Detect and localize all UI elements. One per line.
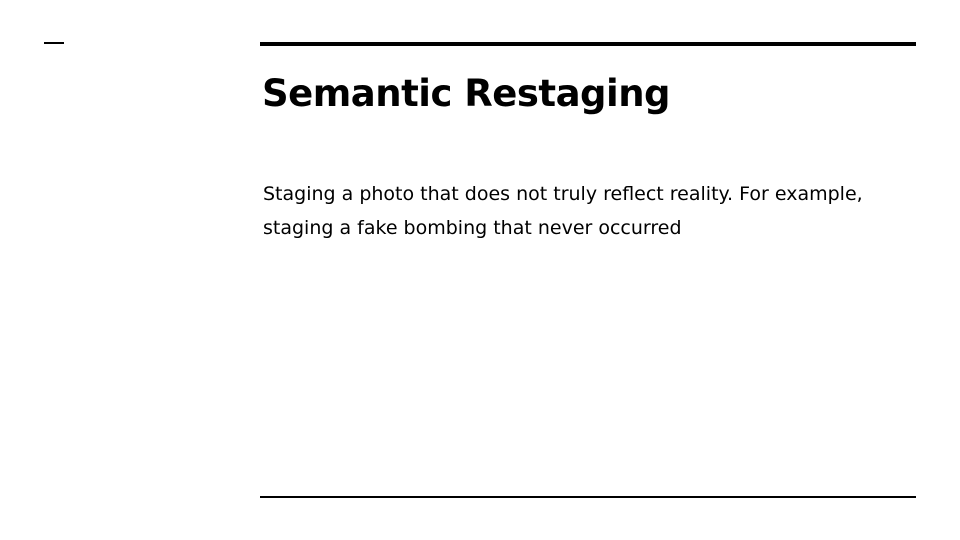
slide-body-text: Staging a photo that does not truly refl… [263,183,863,239]
top-rule-divider [260,42,916,46]
slide: Semantic Restaging Staging a photo that … [0,0,960,540]
corner-dash-decoration [44,42,64,44]
bottom-rule-divider [260,496,916,498]
slide-title: Semantic Restaging [262,72,671,115]
